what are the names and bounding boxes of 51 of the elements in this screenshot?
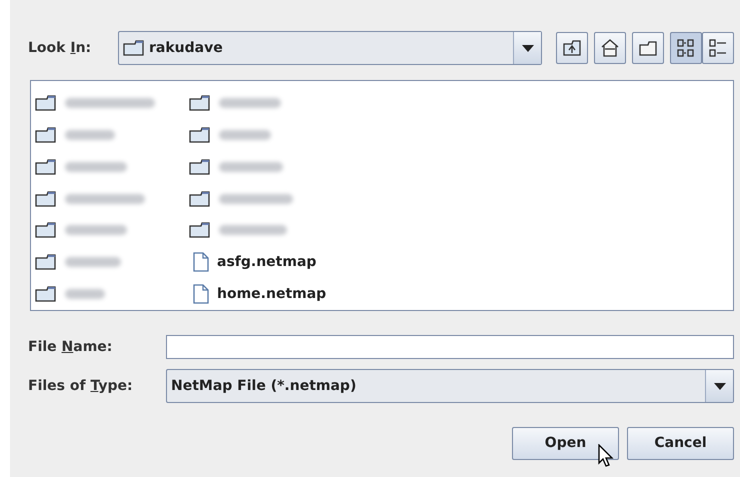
folder-icon <box>189 126 211 143</box>
folder-icon <box>35 158 57 175</box>
file-item[interactable]: home.netmap <box>188 278 326 310</box>
home-icon <box>601 39 619 57</box>
folder-icon <box>35 254 57 270</box>
folder-icon <box>35 286 57 302</box>
home-button[interactable] <box>594 32 626 64</box>
look-in-dropdown[interactable]: rakudave <box>118 31 542 65</box>
up-button[interactable] <box>556 32 588 64</box>
dialog-button[interactable]: Cancel <box>627 427 734 460</box>
blurred-name <box>65 225 127 236</box>
blurred-name <box>65 130 115 140</box>
new-folder-icon <box>639 40 657 56</box>
folder-icon <box>123 40 145 56</box>
file-icon <box>193 252 209 272</box>
folder-icon <box>35 222 57 238</box>
folder-icon <box>35 190 57 206</box>
details-button[interactable] <box>702 32 734 64</box>
file-name: asfg.netmap <box>217 252 316 272</box>
files-of-type-label: Files of Type: <box>28 376 134 396</box>
blurred-name <box>219 162 283 172</box>
file-name: home.netmap <box>217 284 326 304</box>
blurred-name <box>65 162 127 172</box>
details-view-icon <box>709 39 727 57</box>
mouse-cursor-icon <box>598 444 614 468</box>
folder-icon <box>35 126 57 143</box>
file-name-field[interactable] <box>166 335 734 359</box>
blurred-name <box>219 225 287 236</box>
files-of-type-dropdown[interactable]: NetMap File (*.netmap) <box>166 369 734 403</box>
list-view-icon <box>677 39 695 57</box>
blurred-name <box>219 130 271 140</box>
list-button[interactable] <box>670 32 702 64</box>
file-item[interactable]: asfg.netmap <box>188 246 326 278</box>
folder-icon <box>189 94 211 111</box>
caret-icon <box>522 44 534 52</box>
dialog-button[interactable]: Open <box>512 427 619 460</box>
folder-icon <box>189 190 211 206</box>
folder-icon <box>189 222 211 238</box>
files-of-type-value: NetMap File (*.netmap) <box>170 376 358 396</box>
folder-icon <box>35 94 57 111</box>
blurred-name <box>65 257 121 268</box>
blurred-name <box>65 289 105 300</box>
folder-icon <box>189 158 211 175</box>
folder-up-icon <box>563 40 581 56</box>
caret-icon <box>714 382 726 390</box>
blurred-name <box>219 98 281 108</box>
look-in-value: rakudave <box>149 38 223 58</box>
new-folder-button[interactable] <box>632 32 664 64</box>
file-name-label: File Name: <box>28 338 114 356</box>
look-in-label: Look In: <box>28 38 92 58</box>
file-icon <box>193 284 209 304</box>
